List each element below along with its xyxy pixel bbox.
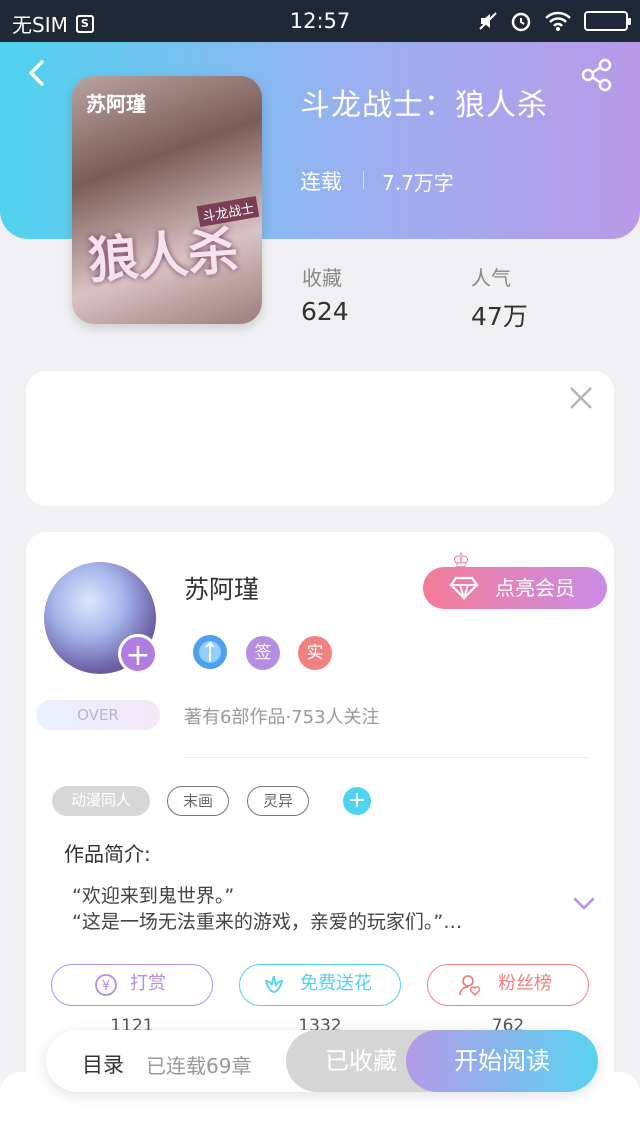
divider [363, 171, 364, 189]
battery-icon [584, 11, 631, 31]
book-title: 斗龙战士：狼人杀 [300, 88, 548, 123]
medal-icon [193, 635, 227, 669]
send-flower-label: 免费送花 [300, 973, 372, 994]
start-reading-button[interactable]: 开始阅读 [406, 1030, 598, 1092]
fans-rank-label: 粉丝榜 [498, 973, 552, 994]
signed-badge: 签 [246, 636, 280, 670]
book-word-count: 7.7万字 [382, 171, 454, 195]
stat-label-collect: 收藏 [302, 266, 342, 290]
send-flower-button[interactable]: 免费送花 [239, 964, 401, 1006]
author-meta: 著有6部作品·753人关注 [184, 707, 380, 728]
ad-card [26, 371, 614, 506]
alarm-icon [511, 12, 531, 32]
flower-icon [264, 975, 284, 993]
intro-line: “欢迎来到鬼世界。” [72, 885, 235, 907]
tip-button[interactable]: ¥ 打赏 [51, 964, 213, 1006]
back-icon[interactable] [22, 58, 52, 88]
vip-button[interactable]: 点亮会员 [423, 567, 607, 609]
chevron-down-icon[interactable] [572, 896, 596, 912]
cover-title-text: 狼人杀 [86, 220, 241, 291]
toc-button[interactable]: 目录 [82, 1049, 124, 1079]
status-bar: 无SIM S 12:57 [0, 0, 640, 42]
book-status: 连载 [300, 170, 342, 194]
vip-button-label: 点亮会员 [495, 576, 575, 600]
intro-line: “这是一场无法重来的游戏，亲爱的玩家们。”… [72, 911, 463, 933]
close-icon[interactable] [568, 385, 594, 411]
user-heart-icon [459, 975, 481, 997]
tip-label: 打赏 [130, 973, 166, 994]
level-badge: OVER [36, 700, 160, 730]
diamond-icon [449, 576, 479, 600]
coin-icon: ¥ [95, 974, 117, 996]
chapter-count[interactable]: 已连载69章 [146, 1050, 251, 1079]
verified-badge: 实 [298, 636, 332, 670]
share-icon[interactable] [580, 58, 614, 92]
add-tag-button[interactable]: + [343, 787, 371, 815]
mute-icon [479, 12, 497, 30]
tag-item[interactable]: 灵异 [247, 786, 309, 816]
stat-label-popularity: 人气 [471, 266, 511, 290]
author-name[interactable]: 苏阿瑾 [184, 570, 259, 606]
divider [184, 757, 588, 758]
fans-rank-button[interactable]: 粉丝榜 [427, 964, 589, 1006]
cover-author-text: 苏阿瑾 [86, 92, 146, 116]
book-cover[interactable]: 苏阿瑾 斗龙战士 狼人杀 [72, 76, 262, 324]
follow-plus-icon[interactable]: + [118, 634, 158, 674]
wifi-icon [545, 11, 571, 31]
tag-item[interactable]: 动漫同人 [52, 786, 150, 816]
svg-text:¥: ¥ [102, 979, 110, 994]
intro-heading: 作品简介: [64, 842, 151, 866]
stat-value-popularity: 47万 [471, 302, 528, 331]
tag-item[interactable]: 末画 [167, 786, 229, 816]
stat-value-collect: 624 [301, 297, 349, 326]
